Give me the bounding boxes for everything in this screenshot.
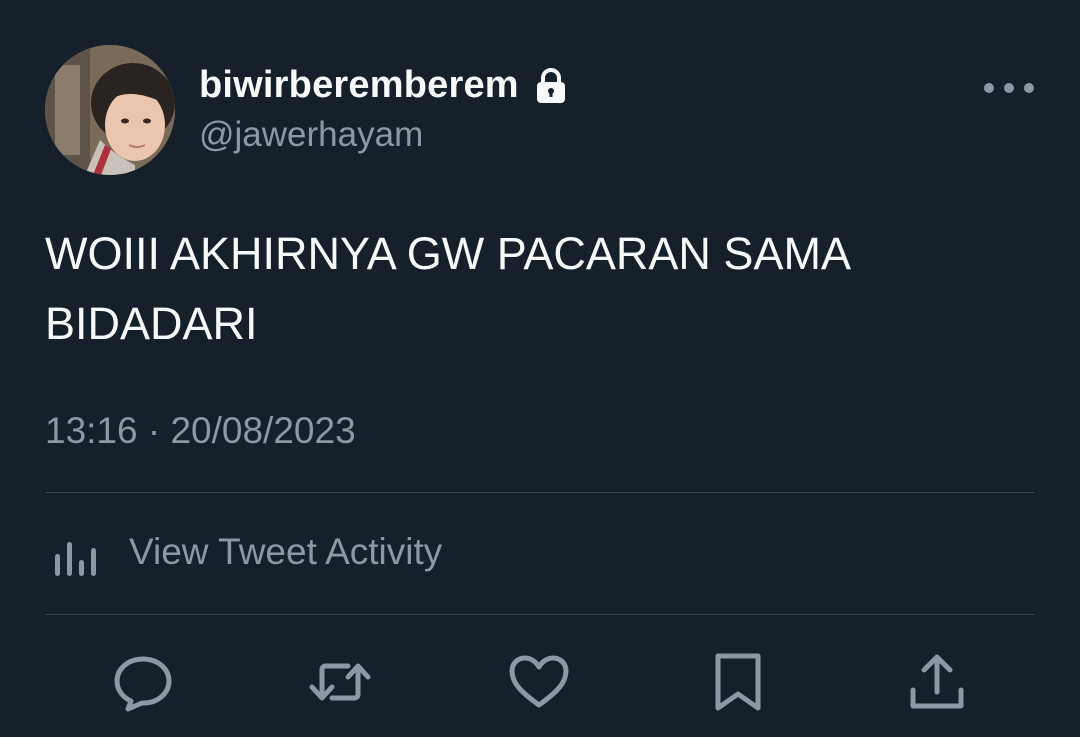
bar-chart-icon — [53, 528, 111, 576]
bookmark-icon — [706, 650, 770, 714]
display-name-row: biwirberemberem — [199, 64, 567, 107]
more-options-icon[interactable] — [980, 74, 1038, 102]
avatar[interactable] — [45, 45, 175, 175]
divider — [45, 614, 1035, 615]
reply-button[interactable] — [111, 650, 175, 714]
user-handle[interactable]: @jawerhayam — [199, 115, 423, 155]
retweet-icon — [308, 650, 372, 714]
view-tweet-activity-label: View Tweet Activity — [129, 531, 443, 572]
like-button[interactable] — [507, 650, 571, 714]
tweet-text: WOIII AKHIRNYA GW PACARAN SAMA BIDADARI — [45, 228, 849, 349]
tweet-timestamp[interactable]: 13:16 · 20/08/2023 — [45, 410, 356, 452]
lock-icon — [535, 67, 567, 104]
view-tweet-activity-link[interactable]: View Tweet Activity — [45, 522, 442, 582]
share-icon — [905, 650, 969, 714]
display-name[interactable]: biwirberemberem — [199, 64, 519, 107]
retweet-button[interactable] — [308, 650, 372, 714]
bookmark-button[interactable] — [706, 650, 770, 714]
reply-icon — [111, 650, 175, 714]
heart-icon — [507, 650, 571, 714]
divider — [45, 492, 1035, 493]
share-button[interactable] — [905, 650, 969, 714]
